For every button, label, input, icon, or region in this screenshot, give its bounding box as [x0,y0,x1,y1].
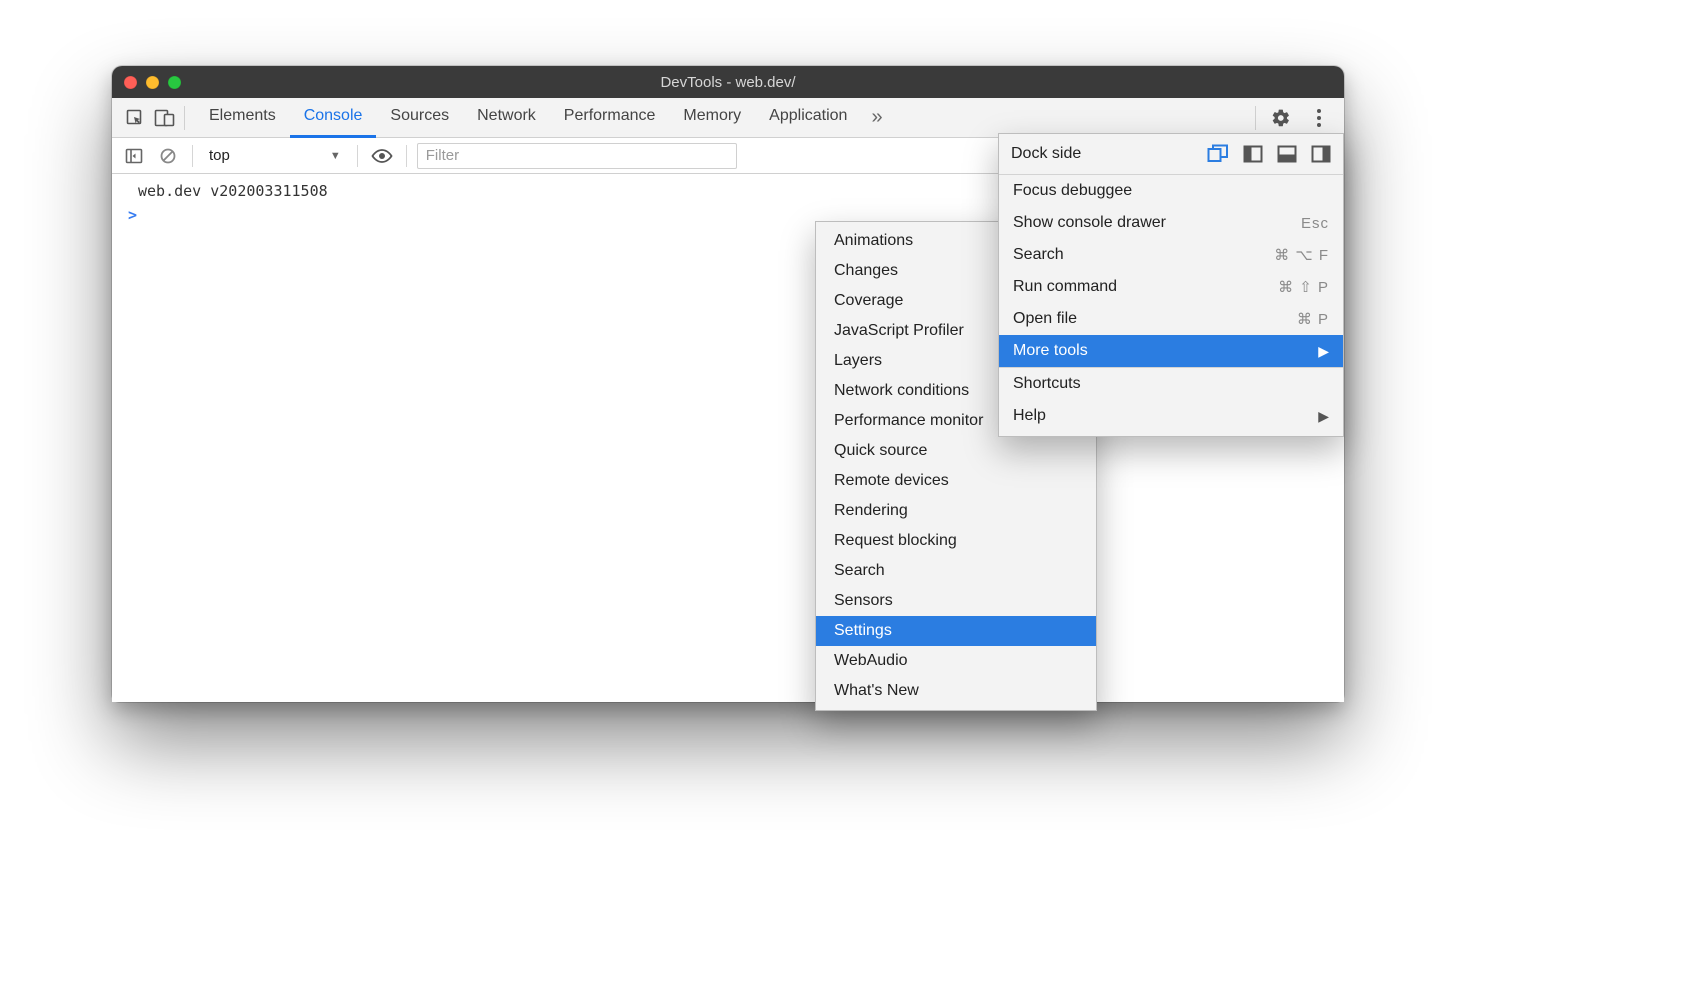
zoom-window-button[interactable] [168,76,181,89]
menu-item-shortcut: ⌘ ⇧ P [1278,278,1329,296]
chevron-right-icon: ▶ [1318,408,1329,425]
execution-context-label: top [209,147,230,164]
submenu-item-label: Request blocking [834,532,957,549]
submenu-item-label: JavaScript Profiler [834,322,964,339]
tab-sources[interactable]: Sources [376,98,463,138]
tab-performance[interactable]: Performance [550,98,670,138]
live-expression-eye-icon[interactable] [368,142,396,170]
tab-network[interactable]: Network [463,98,550,138]
tabs-overflow-icon[interactable]: » [861,106,892,129]
menu-item-label: Open file [1013,310,1077,328]
more-options-icon[interactable] [1302,98,1336,138]
dock-right-icon[interactable] [1311,145,1331,163]
panel-tabs: Elements Console Sources Network Performance… [195,98,861,138]
inspect-element-icon[interactable] [120,98,150,138]
submenu-item-label: Search [834,562,885,579]
submenu-item-label: Coverage [834,292,903,309]
submenu-item-label: Changes [834,262,898,279]
submenu-item-remote-devices[interactable]: Remote devices [816,466,1096,496]
clear-console-icon[interactable] [154,142,182,170]
window-controls [124,76,181,89]
close-window-button[interactable] [124,76,137,89]
divider [357,145,358,167]
menu-item-search[interactable]: Search ⌘ ⌥ F [999,239,1343,271]
settings-gear-icon[interactable] [1264,98,1298,138]
chevron-down-icon: ▼ [330,150,341,162]
menu-item-label: Focus debuggee [1013,182,1132,200]
divider [192,145,193,167]
submenu-item-label: Layers [834,352,882,369]
submenu-item-search[interactable]: Search [816,556,1096,586]
submenu-item-label: Remote devices [834,472,949,489]
tab-label: Elements [209,107,276,125]
divider [406,145,407,167]
tab-label: Sources [390,107,449,125]
menu-item-focus-debuggee[interactable]: Focus debuggee [999,175,1343,207]
menu-item-open-file[interactable]: Open file ⌘ P [999,303,1343,335]
minimize-window-button[interactable] [146,76,159,89]
submenu-item-label: Network conditions [834,382,969,399]
submenu-item-settings[interactable]: Settings [816,616,1096,646]
main-menu: Dock side [998,133,1344,437]
dock-undock-icon[interactable] [1207,144,1229,164]
submenu-item-rendering[interactable]: Rendering [816,496,1096,526]
execution-context-select[interactable]: top ▼ [203,147,347,164]
panel-tabs-bar: Elements Console Sources Network Performance… [112,98,1344,138]
submenu-item-label: WebAudio [834,652,908,669]
menu-item-label: More tools [1013,342,1088,360]
submenu-item-label: Sensors [834,592,893,609]
menu-item-shortcut: Esc [1301,215,1329,232]
submenu-item-label: Animations [834,232,913,249]
menu-item-shortcut: ⌘ P [1297,310,1329,328]
devtools-window: DevTools - web.dev/ Elements Console Sourc… [112,66,1344,702]
submenu-item-label: Quick source [834,442,927,459]
dock-bottom-icon[interactable] [1277,145,1297,163]
window-title: DevTools - web.dev/ [112,74,1344,91]
dock-side-row: Dock side [999,134,1343,174]
submenu-item-label: Rendering [834,502,908,519]
menu-item-shortcuts[interactable]: Shortcuts [999,368,1343,400]
submenu-item-what-s-new[interactable]: What's New [816,676,1096,706]
menu-item-label: Help [1013,407,1046,425]
dock-side-label: Dock side [1011,145,1197,163]
chevron-right-icon: ▶ [1318,343,1329,360]
menu-item-label: Show console drawer [1013,214,1166,232]
device-toolbar-icon[interactable] [150,98,180,138]
divider [184,106,185,130]
menu-item-run-command[interactable]: Run command ⌘ ⇧ P [999,271,1343,303]
tab-label: Application [769,107,847,125]
submenu-item-label: Performance monitor [834,412,983,429]
tab-elements[interactable]: Elements [195,98,290,138]
dock-left-icon[interactable] [1243,145,1263,163]
tab-label: Performance [564,107,656,125]
tab-label: Memory [683,107,741,125]
menu-item-shortcut: ⌘ ⌥ F [1274,246,1329,264]
submenu-item-label: Settings [834,622,892,639]
titlebar: DevTools - web.dev/ [112,66,1344,98]
menu-item-label: Search [1013,246,1064,264]
submenu-item-request-blocking[interactable]: Request blocking [816,526,1096,556]
tab-application[interactable]: Application [755,98,861,138]
tab-label: Network [477,107,536,125]
tab-label: Console [304,107,363,125]
tab-memory[interactable]: Memory [669,98,755,138]
submenu-item-sensors[interactable]: Sensors [816,586,1096,616]
submenu-item-webaudio[interactable]: WebAudio [816,646,1096,676]
menu-item-more-tools[interactable]: More tools ▶ [999,335,1343,367]
menu-item-label: Shortcuts [1013,375,1081,393]
menu-item-show-console-drawer[interactable]: Show console drawer Esc [999,207,1343,239]
console-sidebar-toggle-icon[interactable] [120,142,148,170]
submenu-item-quick-source[interactable]: Quick source [816,436,1096,466]
tab-console[interactable]: Console [290,98,377,138]
menu-item-help[interactable]: Help ▶ [999,400,1343,432]
divider [1255,106,1256,130]
console-filter-input[interactable] [417,143,737,169]
menu-item-label: Run command [1013,278,1117,296]
submenu-item-label: What's New [834,682,919,699]
